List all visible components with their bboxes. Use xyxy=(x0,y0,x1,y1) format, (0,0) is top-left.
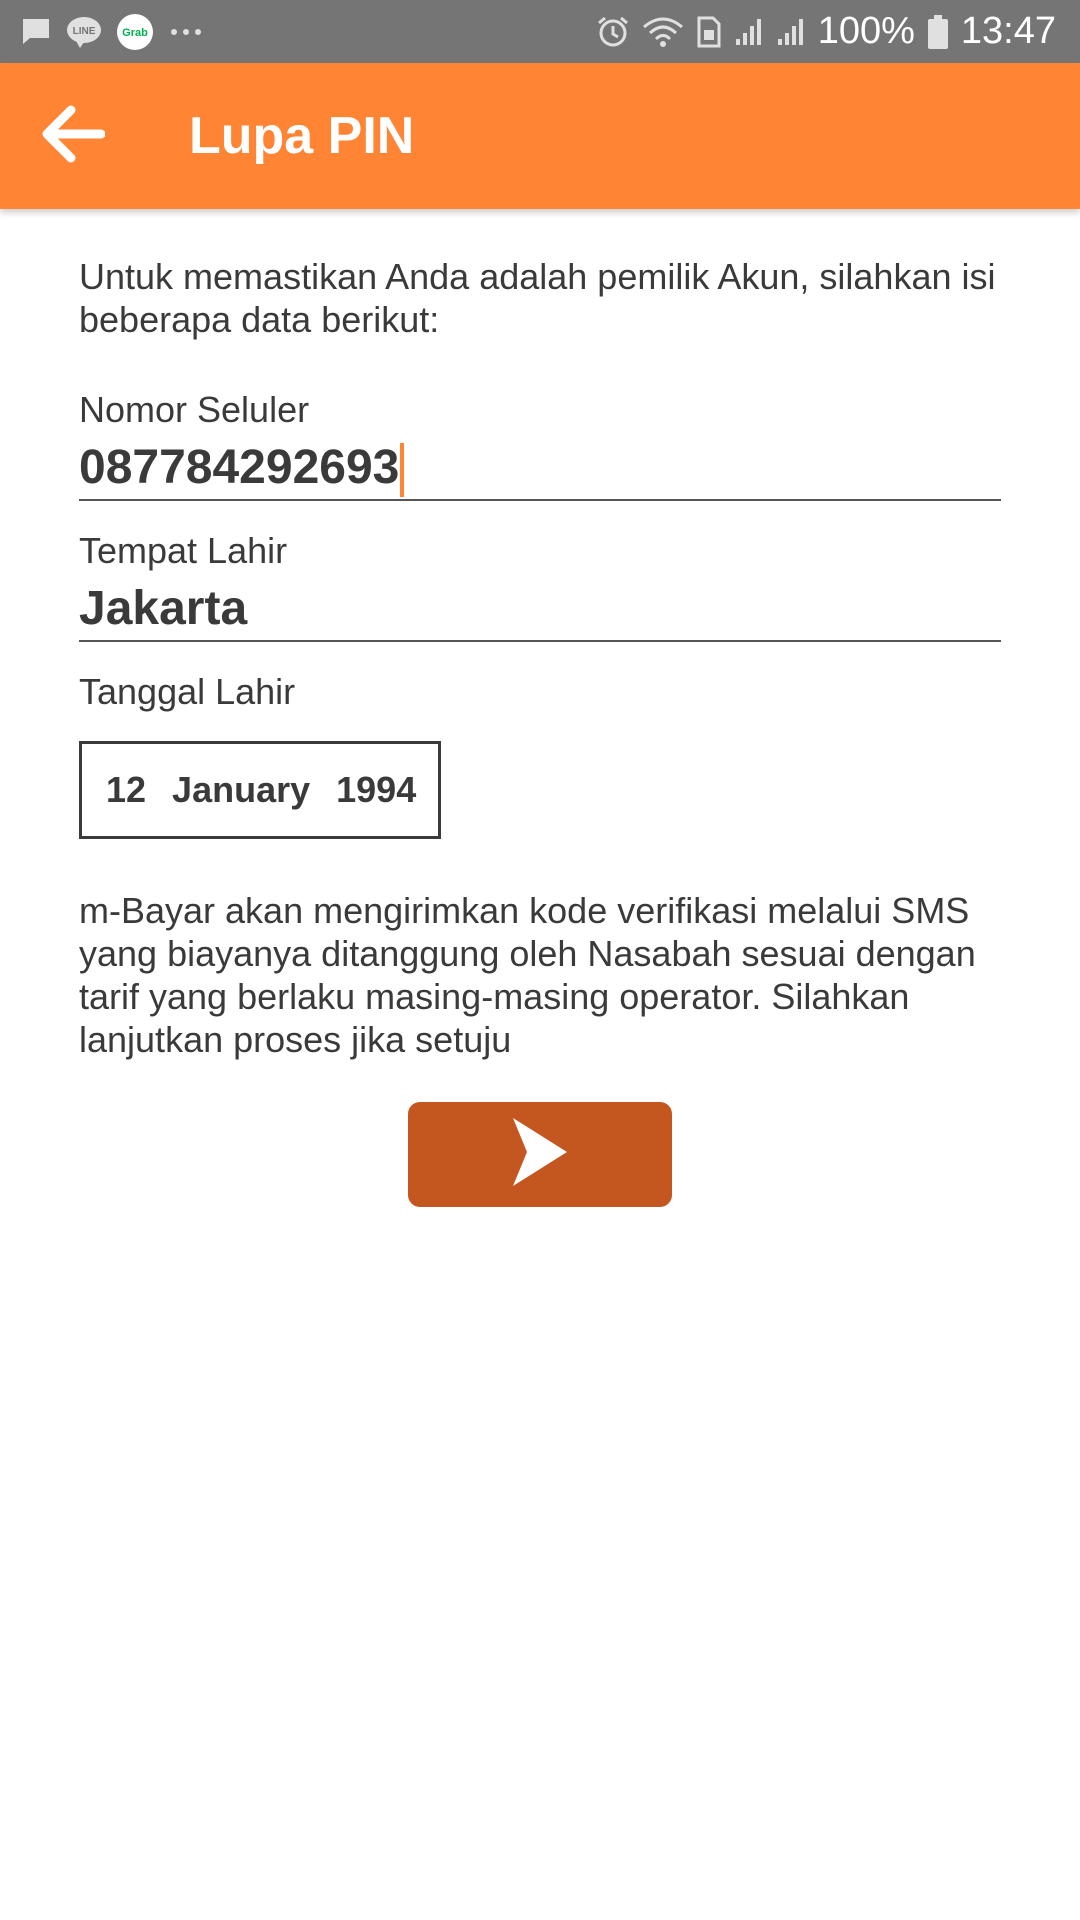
phone-value: 087784292693 xyxy=(79,441,400,494)
signal-icon xyxy=(776,17,806,47)
chevron-right-icon xyxy=(505,1112,575,1197)
birth-date-year: 1994 xyxy=(336,769,417,810)
birth-date-day: 12 xyxy=(106,769,147,810)
app-bar: Lupa PIN xyxy=(0,63,1080,209)
clock: 13:47 xyxy=(960,10,1056,52)
birth-date-label: Tanggal Lahir xyxy=(79,671,296,712)
birth-place-value: Jakarta xyxy=(79,582,248,635)
alarm-icon xyxy=(596,15,630,49)
birth-place-label: Tempat Lahir xyxy=(79,530,288,571)
notification-icons: LINE Grab xyxy=(20,0,208,63)
grab-app-icon: Grab xyxy=(116,13,154,51)
signal-icon xyxy=(734,17,764,47)
arrow-left-icon xyxy=(39,104,106,169)
sms-disclaimer: m-Bayar akan mengirimkan kode verifikasi… xyxy=(79,890,976,1060)
message-icon xyxy=(20,16,52,48)
system-icons: 100% 13:47 xyxy=(596,0,1056,63)
page-title: Lupa PIN xyxy=(189,107,415,165)
svg-text:Grab: Grab xyxy=(122,27,148,39)
text-caret xyxy=(400,443,405,498)
battery-percent: 100% xyxy=(817,10,915,52)
wifi-icon xyxy=(642,15,684,49)
sim-icon xyxy=(696,16,722,48)
back-button[interactable] xyxy=(32,99,112,173)
phone-value-wrap: 087784292693 xyxy=(79,437,405,499)
svg-text:LINE: LINE xyxy=(73,26,96,37)
more-notifications-icon xyxy=(168,26,208,38)
next-button[interactable] xyxy=(408,1102,672,1207)
phone-label: Nomor Seluler xyxy=(79,389,310,430)
birth-place-field[interactable]: Jakarta xyxy=(79,578,1001,642)
birth-date-picker[interactable]: 12 January 1994 xyxy=(79,741,441,839)
line-app-icon: LINE xyxy=(66,15,102,49)
status-bar: LINE Grab 100% 13:47 xyxy=(0,0,1080,63)
battery-icon xyxy=(927,14,949,50)
birth-date-month: January xyxy=(172,769,311,810)
phone-field[interactable]: 087784292693 xyxy=(79,437,1001,501)
intro-text: Untuk memastikan Anda adalah pemilik Aku… xyxy=(79,256,996,340)
